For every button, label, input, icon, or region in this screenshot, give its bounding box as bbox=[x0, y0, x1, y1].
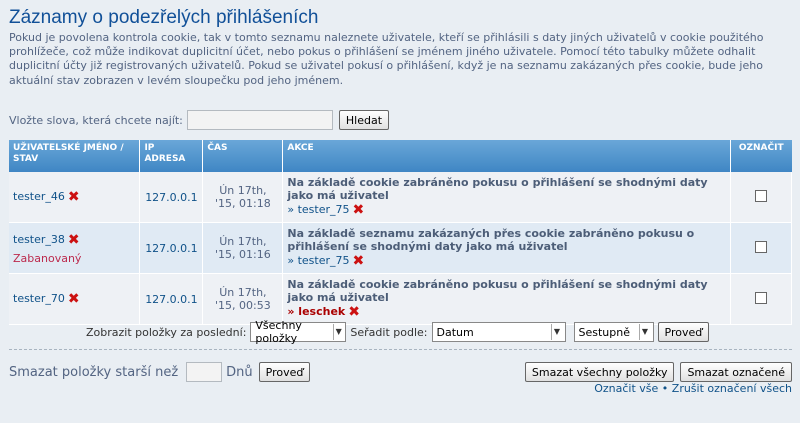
action-text: Na základě cookie zabráněno pokusu o při… bbox=[287, 278, 708, 304]
user-cell: tester_38 ✖ Zabanovaný bbox=[9, 222, 141, 274]
order-select-value: Sestupně bbox=[578, 325, 631, 339]
show-select-value: Všechny položky bbox=[255, 319, 302, 345]
delete-all-button[interactable]: Smazat všechny položky bbox=[524, 362, 675, 382]
purge-row: Smazat položky starší než Dnů Proveď bbox=[9, 362, 311, 382]
search-input[interactable] bbox=[186, 110, 333, 130]
mark-checkbox[interactable] bbox=[754, 189, 767, 202]
ip-link[interactable]: 127.0.0.1 bbox=[139, 273, 204, 325]
ip-link[interactable]: 127.0.0.1 bbox=[139, 172, 204, 223]
delete-icon[interactable]: ✖ bbox=[68, 232, 80, 248]
sort-select-value: Datum bbox=[436, 325, 474, 339]
action-text: Na základě cookie zabráněno pokusu o při… bbox=[287, 176, 708, 202]
link-separator: • bbox=[661, 382, 669, 395]
table-row: tester_46 ✖ 127.0.0.1 Ún 17th, '15, 01:18… bbox=[9, 172, 793, 223]
search-button[interactable]: Hledat bbox=[338, 110, 390, 130]
header-action: AKCE bbox=[282, 140, 731, 172]
username-link[interactable]: tester_38 bbox=[13, 233, 65, 246]
status-badge: Zabanovaný bbox=[13, 251, 82, 265]
sort-select[interactable]: Datum ▼ bbox=[431, 322, 566, 342]
sort-label: Seřadit podle: bbox=[350, 325, 428, 339]
mark-cell bbox=[730, 172, 793, 223]
delete-icon[interactable]: ✖ bbox=[348, 304, 360, 320]
header-ip: IP ADRESA bbox=[139, 140, 204, 172]
mark-cell bbox=[730, 273, 793, 325]
mark-cell bbox=[730, 222, 793, 274]
header-mark: OZNAČIT bbox=[730, 140, 792, 172]
divider bbox=[9, 349, 792, 350]
delete-icon[interactable]: ✖ bbox=[353, 253, 365, 269]
target-user-link[interactable]: » leschek bbox=[287, 305, 345, 318]
mark-checkbox[interactable] bbox=[754, 240, 767, 253]
page-description: Pokud je povolena kontrola cookie, tak v… bbox=[9, 31, 764, 87]
username-link[interactable]: tester_46 bbox=[13, 190, 65, 203]
show-label: Zobrazit položky za poslední: bbox=[86, 325, 247, 339]
mark-links: Označit vše • Zrušit označení všech bbox=[594, 382, 792, 395]
purge-label: Smazat položky starší než bbox=[9, 364, 179, 380]
search-label: Vložte slova, která chcete najít: bbox=[9, 113, 183, 127]
target-user-link[interactable]: » tester_75 bbox=[287, 203, 349, 216]
table-row: tester_38 ✖ Zabanovaný 127.0.0.1 Ún 17th,… bbox=[9, 222, 793, 274]
purge-apply-button[interactable]: Proveď bbox=[258, 362, 311, 382]
action-text: Na základě seznamu zakázaných přes cooki… bbox=[287, 227, 695, 253]
table-header-row: UŽIVATELSKÉ JMÉNO / STAV IP ADRESA ČAS A… bbox=[9, 140, 792, 172]
action-cell: Na základě cookie zabráněno pokusu o při… bbox=[282, 273, 731, 325]
purge-days-label: Dnů bbox=[226, 364, 253, 380]
unmark-all-link[interactable]: Zrušit označení všech bbox=[672, 382, 792, 395]
ip-link[interactable]: 127.0.0.1 bbox=[139, 222, 204, 274]
filter-row: Zobrazit položky za poslední: Všechny po… bbox=[0, 319, 800, 345]
time-cell: Ún 17th, '15, 00:53 bbox=[202, 273, 284, 325]
show-select[interactable]: Všechny položky ▼ bbox=[250, 319, 347, 345]
filter-apply-button[interactable]: Proveď bbox=[657, 322, 710, 342]
header-username: UŽIVATELSKÉ JMÉNO / STAV bbox=[9, 140, 141, 172]
page-title: Záznamy o podezřelých přihlášeních bbox=[9, 7, 319, 28]
delete-icon[interactable]: ✖ bbox=[353, 202, 365, 218]
username-link[interactable]: tester_70 bbox=[13, 292, 65, 305]
action-cell: Na základě cookie zabráněno pokusu o při… bbox=[282, 172, 731, 223]
delete-actions: Smazat všechny položky Smazat označené bbox=[519, 362, 792, 382]
delete-icon[interactable]: ✖ bbox=[68, 291, 80, 307]
purge-days-input[interactable] bbox=[186, 362, 223, 382]
user-cell: tester_70 ✖ bbox=[9, 273, 141, 325]
mark-checkbox[interactable] bbox=[754, 291, 767, 304]
user-cell: tester_46 ✖ bbox=[9, 172, 141, 223]
delete-icon[interactable]: ✖ bbox=[68, 189, 80, 205]
table-row: tester_70 ✖ 127.0.0.1 Ún 17th, '15, 00:53… bbox=[9, 273, 793, 325]
time-cell: Ún 17th, '15, 01:18 bbox=[202, 172, 284, 223]
mark-all-link[interactable]: Označit vše bbox=[594, 382, 658, 395]
order-select[interactable]: Sestupně ▼ bbox=[573, 322, 654, 342]
target-user-link[interactable]: » tester_75 bbox=[287, 254, 349, 267]
chevron-down-icon: ▼ bbox=[550, 324, 563, 340]
suspicious-login-table: UŽIVATELSKÉ JMÉNO / STAV IP ADRESA ČAS A… bbox=[9, 140, 793, 325]
header-time: ČAS bbox=[202, 140, 284, 172]
time-cell: Ún 17th, '15, 01:16 bbox=[202, 222, 284, 274]
chevron-down-icon: ▼ bbox=[333, 324, 343, 340]
search-row: Vložte slova, která chcete najít: Hledat bbox=[9, 110, 390, 130]
chevron-down-icon: ▼ bbox=[638, 324, 651, 340]
delete-marked-button[interactable]: Smazat označené bbox=[680, 362, 792, 382]
action-cell: Na základě seznamu zakázaných přes cooki… bbox=[282, 222, 731, 274]
